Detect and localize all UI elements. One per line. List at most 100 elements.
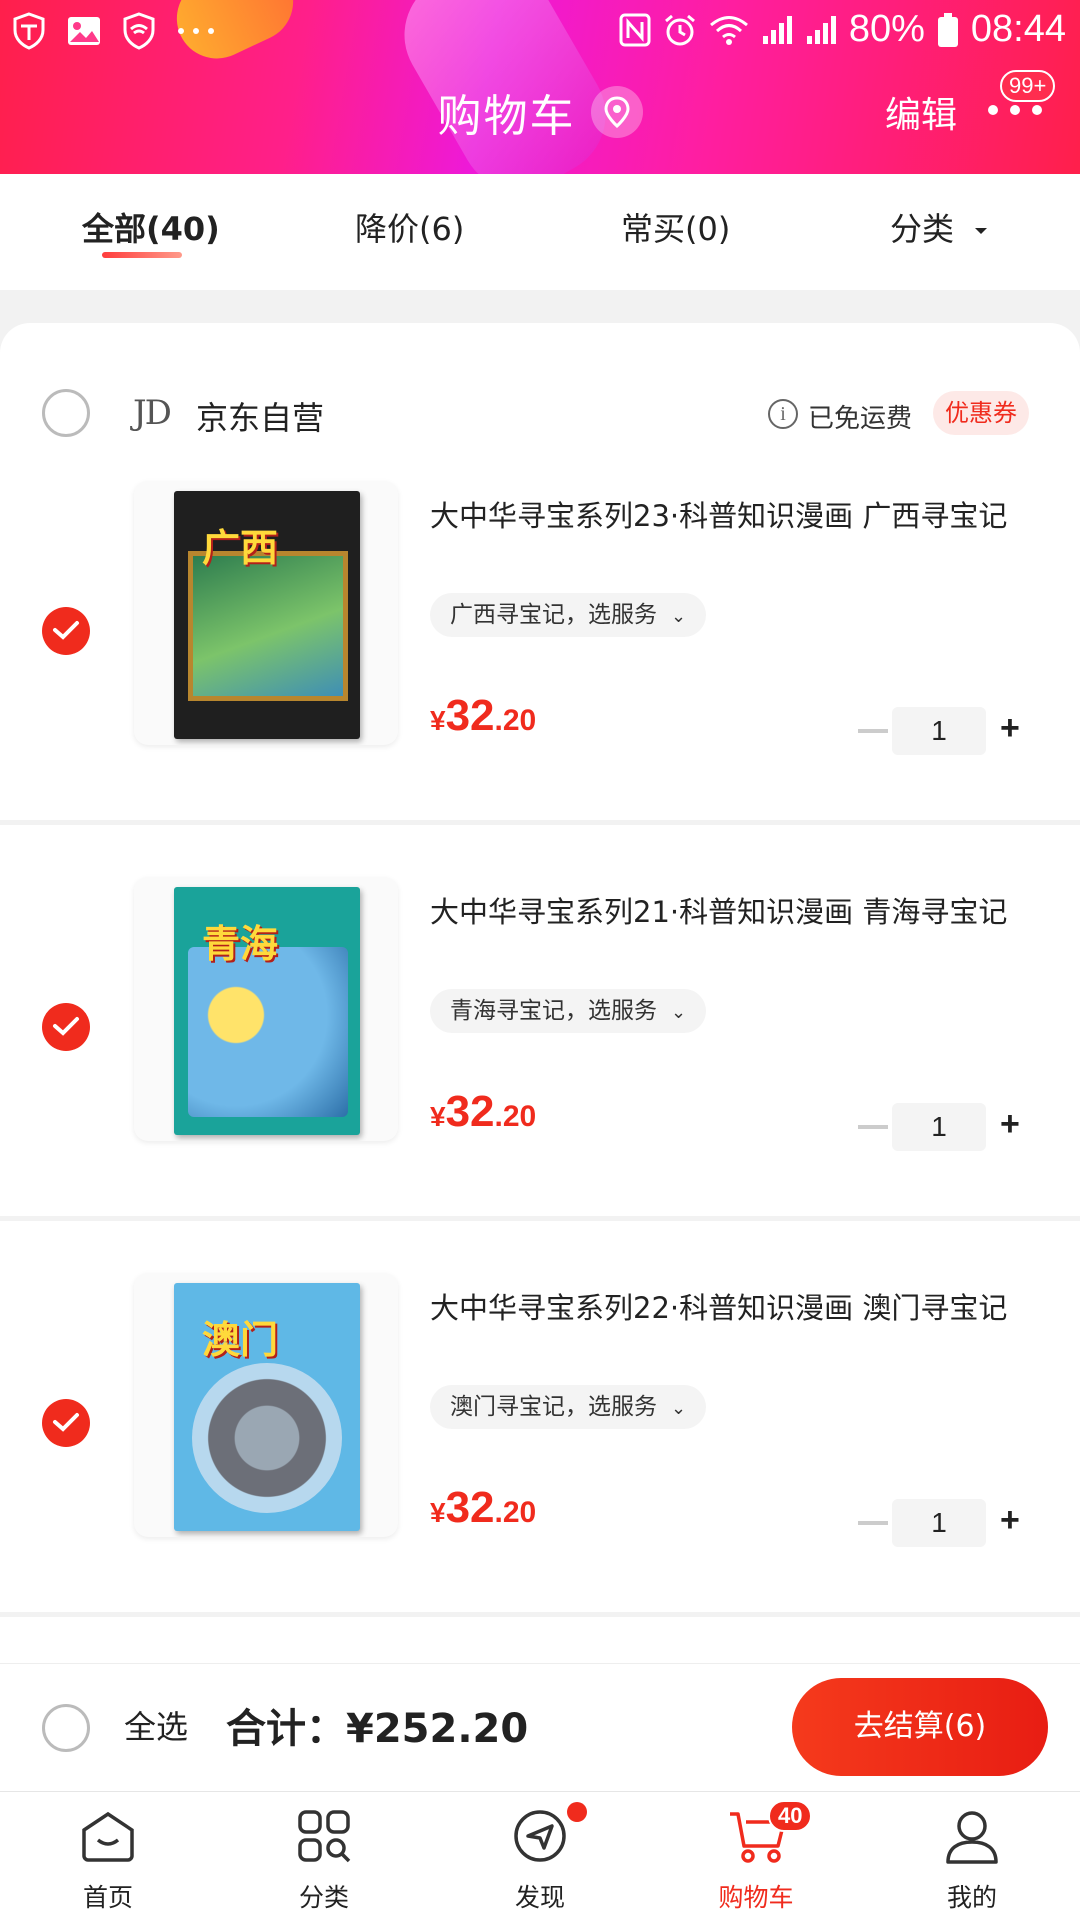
price-decimal: .20 xyxy=(494,1100,537,1133)
variant-label: 青海寻宝记，选服务 xyxy=(450,998,657,1024)
chevron-down-icon: ⌄ xyxy=(671,1398,687,1419)
check-icon xyxy=(53,1413,79,1432)
header-bar: 80% 08:44 购物车 编辑 99+ xyxy=(0,0,1080,174)
price-integer: 32 xyxy=(445,1483,495,1532)
product-thumbnail[interactable]: 澳门 xyxy=(134,1273,398,1537)
quantity-decrease-button[interactable] xyxy=(858,1521,888,1525)
quantity-decrease-button[interactable] xyxy=(858,729,888,733)
tab-price-drop[interactable]: 降价(6) xyxy=(355,204,464,250)
cover-title: 澳门 xyxy=(202,1318,279,1362)
tab-category[interactable]: 分类 xyxy=(890,204,990,250)
checkout-button[interactable]: 去结算(6) xyxy=(792,1678,1048,1776)
price-currency: ¥ xyxy=(430,705,446,736)
nav-item-home[interactable]: 首页 xyxy=(0,1792,216,1920)
nav-label: 首页 xyxy=(82,1883,133,1912)
book-cover: 澳门 xyxy=(174,1283,360,1531)
coupon-button[interactable]: 优惠券 xyxy=(933,391,1029,435)
item-select-checkbox[interactable] xyxy=(42,1399,90,1447)
clock: 08:44 xyxy=(970,8,1066,50)
active-tab-indicator xyxy=(102,252,182,258)
item-divider xyxy=(0,1216,1080,1221)
cover-title: 青海 xyxy=(202,922,279,966)
status-left-icons xyxy=(12,12,216,50)
signal-icon xyxy=(762,15,792,44)
price-integer: 32 xyxy=(445,691,495,740)
shipping-info: 已免运费 xyxy=(808,404,913,434)
product-thumbnail[interactable]: 广西 xyxy=(134,481,398,745)
nav-item-discover[interactable]: 发现 xyxy=(432,1792,648,1920)
nav-item-category[interactable]: 分类 xyxy=(216,1792,432,1920)
cart-item: 广西 大中华寻宝系列23·科普知识漫画 广西寻宝记 广西寻宝记，选服务 ⌄ ¥32… xyxy=(0,463,1080,859)
home-icon xyxy=(82,1811,134,1862)
quantity-increase-button[interactable]: + xyxy=(1000,709,1020,748)
chevron-down-icon: ⌄ xyxy=(671,1002,687,1023)
signal-4g-icon xyxy=(806,15,836,44)
item-title[interactable]: 大中华寻宝系列21·科普知识漫画 青海寻宝记 xyxy=(430,889,1007,931)
quantity-increase-button[interactable]: + xyxy=(1000,1501,1020,1540)
discover-icon xyxy=(514,1810,566,1862)
book-cover: 青海 xyxy=(174,887,360,1135)
item-divider xyxy=(0,820,1080,825)
quantity-field[interactable]: 1 xyxy=(892,1499,986,1547)
variant-selector[interactable]: 广西寻宝记，选服务 ⌄ xyxy=(430,593,707,637)
item-title[interactable]: 大中华寻宝系列22·科普知识漫画 澳门寻宝记 xyxy=(430,1285,1007,1327)
profile-icon xyxy=(946,1811,998,1864)
jd-logo: JD xyxy=(133,393,172,433)
item-divider xyxy=(0,1612,1080,1617)
book-cover: 广西 xyxy=(174,491,360,739)
tab-all[interactable]: 全部(40) xyxy=(82,204,220,250)
item-price: ¥32.20 xyxy=(430,1483,536,1533)
chevron-down-icon: ⌄ xyxy=(671,606,687,627)
nfc-icon xyxy=(619,13,651,46)
cover-illustration xyxy=(192,1363,342,1513)
info-icon[interactable]: i xyxy=(768,399,798,429)
quantity-decrease-button[interactable] xyxy=(858,1125,888,1129)
item-title[interactable]: 大中华寻宝系列23·科普知识漫画 广西寻宝记 xyxy=(430,493,1007,535)
discover-notification-dot xyxy=(567,1802,587,1822)
quantity-field[interactable]: 1 xyxy=(892,1103,986,1151)
check-icon xyxy=(53,621,79,640)
product-thumbnail[interactable]: 青海 xyxy=(134,877,398,1141)
check-icon xyxy=(53,1017,79,1036)
battery-icon xyxy=(937,12,958,47)
tab-frequent[interactable]: 常买(0) xyxy=(621,204,730,250)
cart-shop-card: JD 京东自营 i 已免运费 优惠券 广西 大中华寻宝系列23·科普知识漫画 广… xyxy=(0,323,1080,1663)
nav-label: 分类 xyxy=(298,1883,349,1912)
checkout-bar: 全选 合计：¥252.20 去结算(6) xyxy=(0,1663,1080,1791)
quantity-field[interactable]: 1 xyxy=(892,707,986,755)
page-title: 购物车 xyxy=(437,91,576,142)
select-all-checkbox[interactable] xyxy=(42,1704,90,1752)
caret-down-icon xyxy=(975,228,988,234)
variant-selector[interactable]: 澳门寻宝记，选服务 ⌄ xyxy=(430,1385,707,1429)
battery-percent: 80% xyxy=(848,8,925,50)
location-icon[interactable] xyxy=(590,86,643,138)
nav-item-cart[interactable]: 购物车 xyxy=(648,1792,864,1920)
nav-label: 发现 xyxy=(514,1883,565,1912)
gallery-icon xyxy=(68,17,100,45)
cart-item: 青海 大中华寻宝系列21·科普知识漫画 青海寻宝记 青海寻宝记，选服务 ⌄ ¥32… xyxy=(0,859,1080,1255)
quantity-increase-button[interactable]: + xyxy=(1000,1105,1020,1144)
variant-selector[interactable]: 青海寻宝记，选服务 ⌄ xyxy=(430,989,707,1033)
category-icon xyxy=(298,1810,351,1863)
shop-select-checkbox[interactable] xyxy=(42,389,90,437)
item-select-checkbox[interactable] xyxy=(42,607,90,655)
edit-button[interactable]: 编辑 xyxy=(885,86,957,138)
shop-name[interactable]: 京东自营 xyxy=(196,393,324,439)
select-all-label[interactable]: 全选 xyxy=(124,1702,188,1748)
filter-tabs: 全部(40) 降价(6) 常买(0) 分类 xyxy=(0,174,1080,290)
item-select-checkbox[interactable] xyxy=(42,1003,90,1051)
variant-label: 广西寻宝记，选服务 xyxy=(450,602,657,628)
price-decimal: .20 xyxy=(494,704,537,737)
nav-item-profile[interactable]: 我的 xyxy=(864,1792,1080,1920)
cover-title: 广西 xyxy=(202,526,279,570)
total-price: 合计：¥252.20 xyxy=(226,1706,529,1752)
status-bar: 80% 08:44 xyxy=(0,0,1080,66)
price-currency: ¥ xyxy=(430,1497,446,1528)
cover-illustration xyxy=(188,947,348,1117)
price-currency: ¥ xyxy=(430,1101,446,1132)
cover-illustration xyxy=(188,551,348,701)
tab-category-label: 分类 xyxy=(890,210,955,248)
message-count-badge: 99+ xyxy=(1000,70,1056,102)
nav-label: 购物车 xyxy=(718,1883,794,1912)
wifi-icon xyxy=(709,15,748,45)
